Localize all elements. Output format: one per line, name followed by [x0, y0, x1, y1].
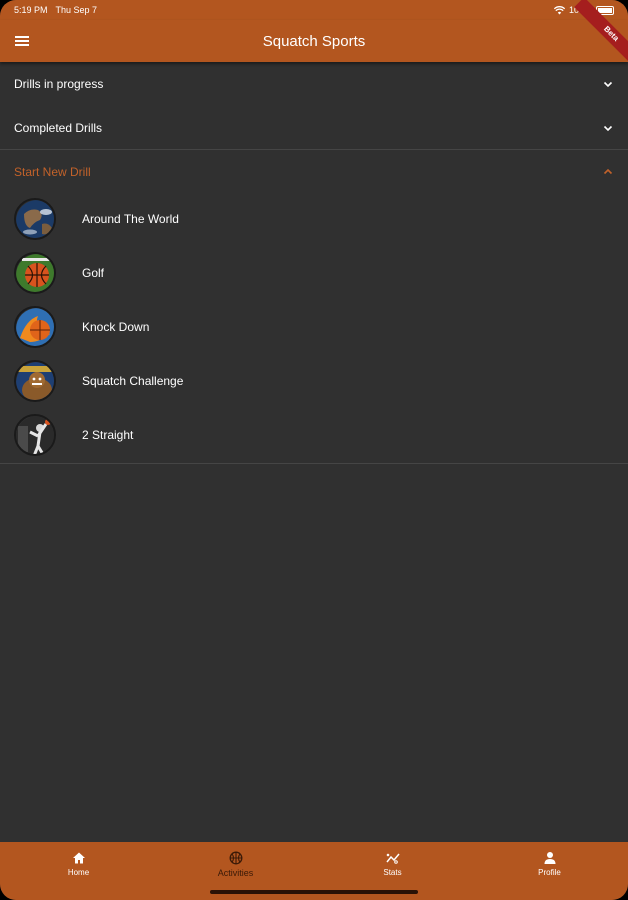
drill-label: Knock Down [82, 320, 150, 334]
section-label: Drills in progress [14, 76, 104, 91]
chevron-down-icon [603, 81, 613, 87]
drill-squatch-challenge[interactable]: Squatch Challenge [0, 354, 628, 408]
basketball-icon [229, 851, 242, 865]
basketball-hoop-icon [14, 252, 56, 294]
section-label: Start New Drill [14, 164, 91, 179]
drill-label: 2 Straight [82, 428, 134, 442]
divider [0, 463, 628, 464]
nav-profile[interactable]: Profile [471, 842, 628, 900]
chevron-up-icon [603, 168, 613, 174]
wifi-icon [553, 5, 565, 14]
drill-label: Around The World [82, 212, 179, 226]
drill-knock-down[interactable]: Knock Down [0, 300, 628, 354]
chevron-down-icon [603, 125, 613, 131]
section-drills-in-progress[interactable]: Drills in progress [0, 62, 628, 105]
flaming-ball-icon [14, 306, 56, 348]
app-bar: Squatch Sports Beta [0, 0, 628, 71]
section-completed-drills[interactable]: Completed Drills [0, 106, 628, 149]
drill-golf[interactable]: Golf [0, 246, 628, 300]
drill-2-straight[interactable]: 2 Straight [0, 408, 628, 462]
drill-around-the-world[interactable]: Around The World [0, 192, 628, 246]
status-bar: 5:19 PM Thu Sep 7 100% [0, 0, 628, 20]
nav-label: Activities [217, 868, 254, 878]
app-screen: 5:19 PM Thu Sep 7 100% Squatch Sports Be… [0, 0, 628, 900]
globe-icon [14, 198, 56, 240]
nav-home[interactable]: Home [0, 842, 157, 900]
home-icon [72, 852, 85, 864]
squatch-mascot-icon [14, 360, 56, 402]
app-title: Squatch Sports [262, 32, 366, 50]
person-icon [544, 852, 555, 864]
drill-label: Golf [82, 266, 105, 280]
section-start-new-drill[interactable]: Start New Drill [0, 150, 628, 193]
drill-label: Squatch Challenge [82, 374, 184, 388]
menu-icon[interactable] [12, 31, 32, 51]
nav-label: Stats [383, 868, 402, 877]
section-label: Completed Drills [14, 120, 103, 135]
nav-label: Home [67, 868, 90, 877]
status-time: 5:19 PM [14, 5, 48, 15]
nav-label: Profile [538, 868, 561, 877]
status-date: Thu Sep 7 [55, 5, 98, 15]
home-indicator[interactable] [210, 890, 418, 894]
stats-icon [385, 853, 400, 864]
player-shooting-icon [14, 414, 56, 456]
